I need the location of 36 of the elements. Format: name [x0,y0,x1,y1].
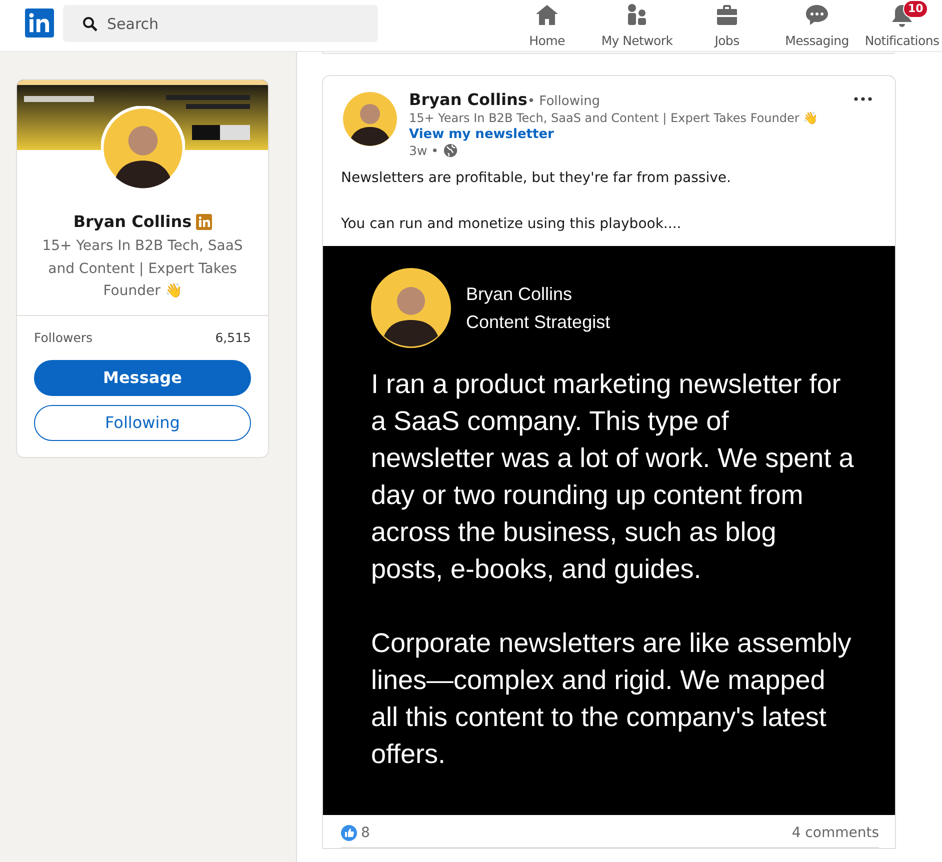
follow-status: • Following [527,94,600,109]
slide-paragraph: Corporate newsletters are like assembly lines—complex and rigid. We mapped all this content to the company's latest offers. [371,627,852,771]
like-icon[interactable] [341,825,357,841]
slide-paragraph: I ran a product marketing newsletter for a SaaS company. This type of newsletter was a lot of work. We spent a day or two rounding up content from across the business, such as blog posts, e-books, and guides. [371,368,855,586]
nav-item[interactable]: Jobs [682,0,772,48]
stat-label: Followers [34,330,93,344]
nav-item[interactable]: 10 Notifications [862,0,942,48]
profile-headline: 15+ Years In B2B Tech, SaaS and Content | Expert Takes Founder 👋 [41,237,244,301]
premium-icon [196,214,212,230]
slide-author-role: Content Strategist [466,311,610,334]
search-field[interactable]: Search [63,5,378,42]
newsletter-link[interactable]: View my newsletter [409,127,818,142]
comments-link[interactable]: 4 comments [792,825,879,841]
message-button[interactable]: Message [34,360,251,396]
briefcase-icon [715,3,739,27]
search-icon [82,16,98,32]
nav-item[interactable]: My Network [592,0,682,48]
post-text: You can run and monetize using this playbook.... [341,215,682,234]
author-headline: 15+ Years In B2B Tech, SaaS and Content | Expert Takes Founder 👋 [409,111,818,125]
slide-author-name: Bryan Collins [466,283,574,306]
post-text: Newsletters are profitable, but they're far from passive. [341,169,732,188]
author-name[interactable]: Bryan Collins [409,90,528,109]
more-icon[interactable] [853,96,873,102]
notification-count: 10 [903,0,928,18]
avatar[interactable] [343,92,397,146]
chat-icon [805,3,829,27]
post-age: 3w • [409,143,439,158]
people-icon [625,3,649,27]
following-button[interactable]: Following [34,404,251,440]
nav-item[interactable]: Home [502,0,592,48]
globe-icon [442,143,458,158]
nav-item[interactable]: Messaging [772,0,862,48]
stat-value: 6,515 [215,330,251,344]
home-icon [535,3,559,27]
profile-name[interactable]: Bryan Collins [73,212,192,231]
reaction-count[interactable]: 8 [361,825,370,841]
